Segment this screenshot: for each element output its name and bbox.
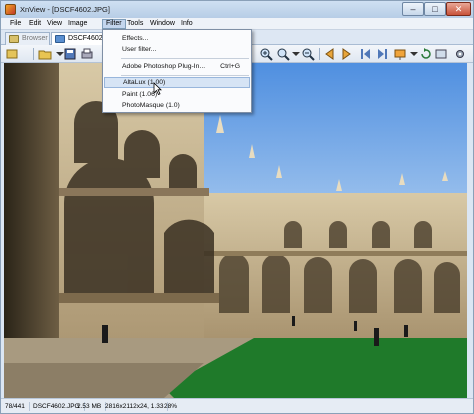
browse-icon[interactable]	[5, 47, 19, 61]
filter-menu-dropdown: Effects... User filter... Adobe Photosho…	[102, 29, 252, 113]
menu-item-altalux[interactable]: AltaLux (1.00)	[104, 77, 250, 88]
menu-item-user-filter[interactable]: User filter...	[104, 44, 250, 55]
next-image-icon[interactable]	[339, 47, 353, 61]
menu-edit[interactable]: Edit	[26, 19, 44, 29]
menu-view[interactable]: View	[44, 19, 65, 29]
status-zoom: 28%	[164, 403, 178, 410]
toolbar-separator	[319, 48, 320, 60]
title-bar[interactable]: XnView - [DSCF4602.JPG] – □ ✕	[1, 1, 473, 18]
menu-item-photomasque[interactable]: PhotoMasque (1.0)	[104, 100, 250, 111]
settings-icon[interactable]	[453, 47, 467, 61]
menu-tools[interactable]: Tools	[124, 19, 146, 29]
zoom-out-icon[interactable]	[301, 47, 315, 61]
fullscreen-icon[interactable]	[434, 47, 448, 61]
xnview-window: XnView - [DSCF4602.JPG] – □ ✕ File Edit …	[0, 0, 474, 414]
menu-item-paint[interactable]: Paint (1.06)	[104, 89, 250, 100]
status-bar: 78/441 DSCF4602.JPG 2.53 MB 2816x2112x24…	[1, 398, 473, 413]
maximize-button[interactable]: □	[424, 2, 446, 16]
tab-browser[interactable]: Browser	[5, 32, 50, 45]
save-icon[interactable]	[63, 47, 77, 61]
previous-image-icon[interactable]	[323, 47, 337, 61]
tab-image[interactable]: DSCF4602.JPG	[51, 32, 118, 45]
folder-icon	[9, 35, 19, 43]
menu-separator	[121, 58, 249, 59]
menu-item-user-filter-label: User filter...	[122, 46, 157, 53]
menu-item-photomasque-label: PhotoMasque (1.0)	[122, 102, 180, 109]
print-icon[interactable]	[80, 47, 94, 61]
menu-separator	[121, 75, 249, 76]
zoom-in-icon[interactable]	[259, 47, 273, 61]
toolbar-separator	[33, 48, 34, 60]
close-button[interactable]: ✕	[446, 2, 471, 16]
status-filesize: 2.53 MB	[77, 402, 107, 411]
menu-item-photoshop-plugin-label: Adobe Photoshop Plug-In...	[122, 63, 206, 70]
open-folder-icon[interactable]	[38, 47, 52, 61]
window-title: XnView - [DSCF4602.JPG]	[20, 5, 110, 14]
menu-item-paint-label: Paint (1.06)	[122, 91, 158, 98]
image-viewport[interactable]	[4, 63, 467, 398]
image-icon	[55, 35, 65, 43]
status-dimensions: 2816x2112x24, 1.33	[105, 402, 169, 411]
first-image-icon[interactable]	[359, 47, 373, 61]
rotate-icon[interactable]	[419, 47, 433, 61]
mouse-cursor-icon	[153, 82, 162, 95]
slideshow-icon[interactable]	[393, 47, 407, 61]
menu-item-photoshop-plugin-shortcut: Ctrl+G	[220, 63, 240, 70]
menu-info[interactable]: Info	[178, 19, 196, 29]
menu-item-photoshop-plugin[interactable]: Adobe Photoshop Plug-In... Ctrl+G	[104, 61, 250, 72]
minimize-button[interactable]: –	[402, 2, 424, 16]
menu-item-effects[interactable]: Effects...	[104, 33, 250, 44]
cloister-photo	[4, 63, 467, 398]
tab-browser-label: Browser	[22, 35, 48, 42]
menu-item-effects-label: Effects...	[122, 35, 149, 42]
xnview-app-icon[interactable]	[5, 4, 16, 15]
last-image-icon[interactable]	[375, 47, 389, 61]
menu-window[interactable]: Window	[147, 19, 178, 29]
zoom-fit-icon[interactable]	[276, 47, 290, 61]
menu-image[interactable]: Image	[65, 19, 90, 29]
menu-filter[interactable]: Filter	[102, 19, 126, 29]
menu-file[interactable]: File	[7, 19, 24, 29]
status-image-index: 78/441	[5, 402, 30, 411]
